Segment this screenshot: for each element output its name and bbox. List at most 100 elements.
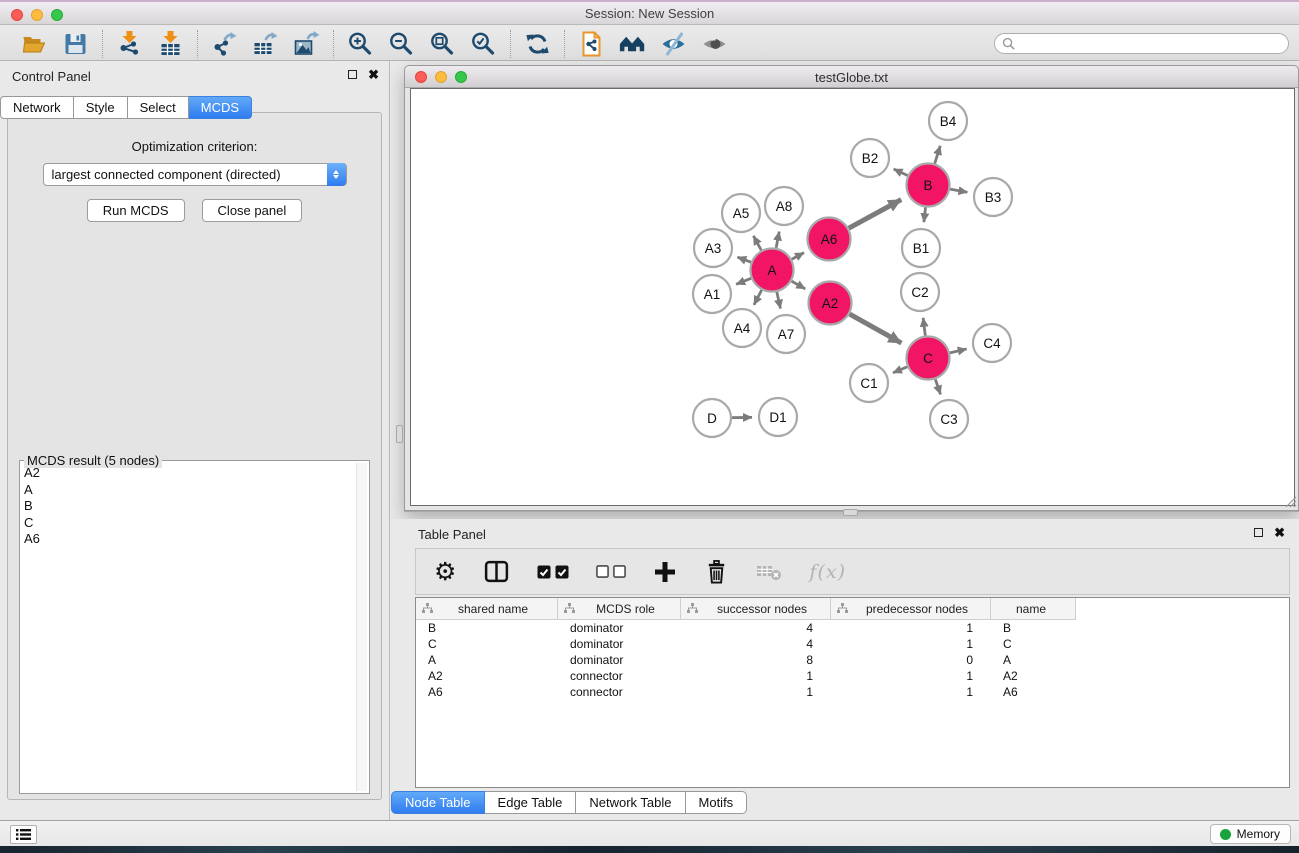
- result-scrollbar[interactable]: [356, 463, 367, 791]
- table-cell[interactable]: 1: [831, 685, 991, 699]
- memory-button[interactable]: Memory: [1210, 824, 1291, 844]
- graph-node-A4[interactable]: A4: [723, 309, 761, 347]
- graph-node-C4[interactable]: C4: [973, 324, 1011, 362]
- column-header-predecessor-nodes[interactable]: predecessor nodes: [831, 598, 991, 620]
- graph-edge-A-A1[interactable]: [736, 278, 751, 284]
- table-cell[interactable]: A6: [991, 685, 1076, 699]
- column-header-MCDS-role[interactable]: MCDS role: [558, 598, 681, 620]
- close-table-panel-icon[interactable]: ✖: [1274, 528, 1285, 537]
- graph-edge-B-B4[interactable]: [935, 146, 941, 164]
- graph-edge-B-B3[interactable]: [950, 189, 967, 192]
- search-input[interactable]: [1019, 37, 1288, 51]
- column-header-name[interactable]: name: [991, 598, 1076, 620]
- table-cell[interactable]: 1: [681, 669, 831, 683]
- task-history-button[interactable]: [10, 825, 37, 844]
- mcds-result-item[interactable]: A6: [24, 531, 355, 548]
- tab-network-table[interactable]: Network Table: [576, 791, 685, 814]
- table-cell[interactable]: 0: [831, 653, 991, 667]
- home-cyndex-icon[interactable]: [619, 30, 646, 57]
- copy-network-view-icon[interactable]: [578, 30, 605, 57]
- table-cell[interactable]: 8: [681, 653, 831, 667]
- mcds-result-item[interactable]: A: [24, 482, 355, 499]
- import-network-icon[interactable]: [116, 30, 143, 57]
- network-canvas[interactable]: B4B2BB3A8A5A6A3B1AA1C2A2A4A7CC4C1C3DD1: [410, 88, 1295, 506]
- table-cell[interactable]: 4: [681, 621, 831, 635]
- table-row[interactable]: A2connector11A2: [416, 668, 1289, 684]
- graph-edge-A2-C[interactable]: [850, 314, 902, 343]
- import-table-icon[interactable]: [157, 30, 184, 57]
- network-window-title-bar[interactable]: testGlobe.txt: [405, 66, 1298, 88]
- table-cell[interactable]: A2: [991, 669, 1076, 683]
- vertical-split-handle[interactable]: [396, 425, 403, 443]
- mcds-result-item[interactable]: C: [24, 515, 355, 532]
- table-cell[interactable]: A: [991, 653, 1076, 667]
- graph-node-A1[interactable]: A1: [693, 275, 731, 313]
- graph-edge-B-B1[interactable]: [924, 207, 926, 222]
- table-cell[interactable]: connector: [558, 685, 681, 699]
- search-field[interactable]: [994, 33, 1289, 54]
- zoom-out-icon[interactable]: [388, 30, 415, 57]
- export-network-icon[interactable]: [211, 30, 238, 57]
- graph-node-A8[interactable]: A8: [765, 187, 803, 225]
- table-row[interactable]: Adominator80A: [416, 652, 1289, 668]
- table-cell[interactable]: 1: [831, 637, 991, 651]
- graph-node-D[interactable]: D: [693, 399, 731, 437]
- table-row[interactable]: Bdominator41B: [416, 620, 1289, 636]
- table-cell[interactable]: C: [991, 637, 1076, 651]
- export-image-icon[interactable]: [293, 30, 320, 57]
- function-builder-icon[interactable]: f(x): [809, 557, 846, 587]
- table-cell[interactable]: B: [991, 621, 1076, 635]
- table-cell[interactable]: A6: [416, 685, 558, 699]
- tab-style[interactable]: Style: [74, 96, 128, 119]
- horizontal-split-handle[interactable]: [843, 509, 858, 516]
- delete-column-trash-icon[interactable]: [704, 557, 729, 587]
- mcds-result-item[interactable]: A2: [24, 465, 355, 482]
- table-cell[interactable]: 1: [681, 685, 831, 699]
- graph-edge-A-A4[interactable]: [754, 290, 762, 305]
- graph-node-B[interactable]: B: [907, 164, 950, 207]
- table-cell[interactable]: A2: [416, 669, 558, 683]
- tab-mcds[interactable]: MCDS: [189, 96, 252, 119]
- graph-edge-C-C1[interactable]: [893, 367, 907, 373]
- graph-node-A6[interactable]: A6: [808, 218, 851, 261]
- graph-node-A2[interactable]: A2: [809, 282, 852, 325]
- add-column-icon[interactable]: [653, 557, 677, 587]
- graph-node-D1[interactable]: D1: [759, 398, 797, 436]
- table-cell[interactable]: dominator: [558, 653, 681, 667]
- graph-edge-A-A2[interactable]: [792, 281, 806, 289]
- graph-node-B3[interactable]: B3: [974, 178, 1012, 216]
- graph-node-A[interactable]: A: [751, 249, 794, 292]
- graph-node-A5[interactable]: A5: [722, 194, 760, 232]
- graph-node-C2[interactable]: C2: [901, 273, 939, 311]
- graph-edge-C-C3[interactable]: [935, 379, 940, 394]
- export-table-icon[interactable]: [252, 30, 279, 57]
- table-cell[interactable]: 1: [831, 621, 991, 635]
- table-cell[interactable]: A: [416, 653, 558, 667]
- column-header-shared-name[interactable]: shared name: [416, 598, 558, 620]
- graph-edge-A-A6[interactable]: [792, 253, 804, 260]
- table-row[interactable]: Cdominator41C: [416, 636, 1289, 652]
- graph-node-B1[interactable]: B1: [902, 229, 940, 267]
- graph-edge-A-A7[interactable]: [777, 292, 781, 309]
- mcds-result-item[interactable]: B: [24, 498, 355, 515]
- float-table-panel-icon[interactable]: [1254, 528, 1263, 537]
- deselect-all-icon[interactable]: [596, 557, 626, 587]
- table-cell[interactable]: C: [416, 637, 558, 651]
- table-cell[interactable]: 4: [681, 637, 831, 651]
- table-cell[interactable]: 1: [831, 669, 991, 683]
- close-panel-button[interactable]: Close panel: [202, 199, 303, 222]
- graph-edge-A6-B[interactable]: [849, 200, 901, 229]
- graph-node-C[interactable]: C: [907, 337, 950, 380]
- table-cell[interactable]: dominator: [558, 621, 681, 635]
- tab-motifs[interactable]: Motifs: [686, 791, 748, 814]
- refresh-icon[interactable]: [524, 30, 551, 57]
- tab-network[interactable]: Network: [0, 96, 74, 119]
- graph-node-C1[interactable]: C1: [850, 364, 888, 402]
- show-graphics-details-icon[interactable]: [701, 30, 728, 57]
- zoom-selected-icon[interactable]: [470, 30, 497, 57]
- select-all-icon[interactable]: [537, 557, 569, 587]
- save-session-icon[interactable]: [62, 30, 89, 57]
- run-mcds-button[interactable]: Run MCDS: [87, 199, 185, 222]
- table-row[interactable]: A6connector11A6: [416, 684, 1289, 700]
- zoom-fit-icon[interactable]: [429, 30, 456, 57]
